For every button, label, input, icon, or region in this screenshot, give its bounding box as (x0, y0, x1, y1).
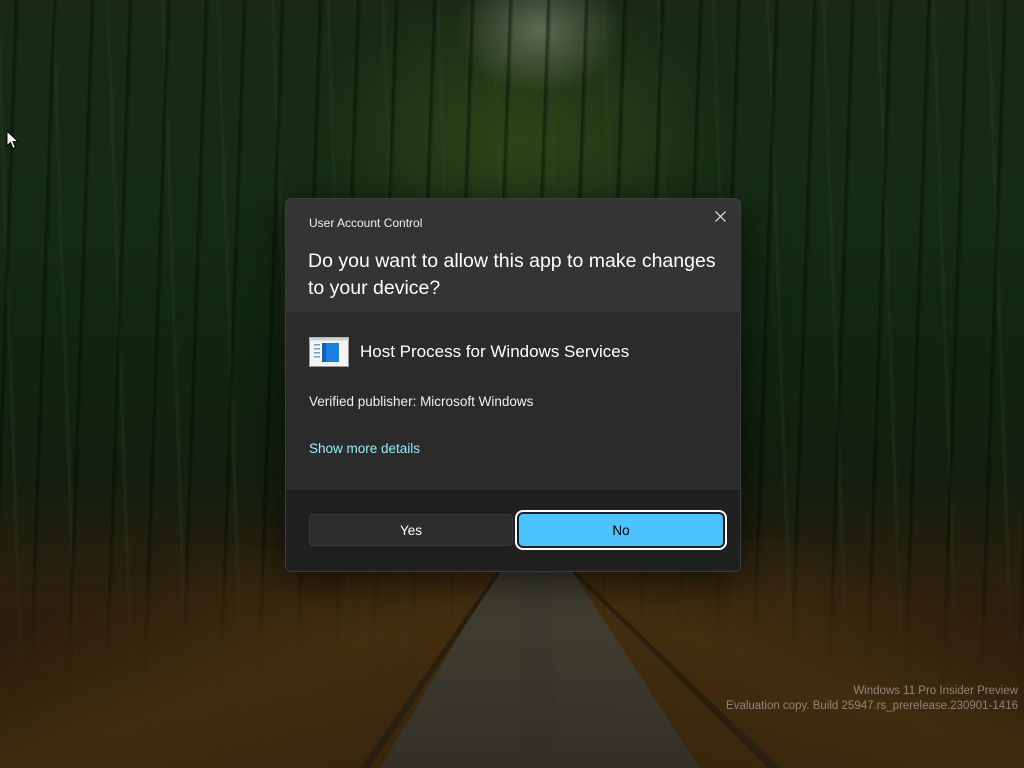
uac-dialog: User Account Control Do you want to allo… (285, 198, 741, 572)
uac-body: Host Process for Windows Services Verifi… (286, 312, 740, 490)
mouse-cursor-icon (6, 130, 20, 150)
yes-button[interactable]: Yes (309, 514, 513, 546)
verified-publisher: Verified publisher: Microsoft Windows (309, 394, 534, 409)
watermark-build: Evaluation copy. Build 25947.rs_prerelea… (726, 700, 1018, 712)
dialog-caption: User Account Control (309, 216, 423, 230)
app-name: Host Process for Windows Services (360, 342, 630, 361)
show-more-details-link[interactable]: Show more details (309, 441, 420, 456)
desktop: Windows 11 Pro Insider Preview Evaluatio… (0, 0, 1024, 768)
no-button[interactable]: No (519, 514, 723, 546)
dialog-question: Do you want to allow this app to make ch… (308, 250, 716, 299)
watermark-edition: Windows 11 Pro Insider Preview (853, 685, 1018, 697)
close-icon (714, 210, 726, 222)
close-button[interactable] (708, 205, 732, 227)
app-window-icon (309, 337, 349, 367)
uac-footer: Yes No (286, 490, 740, 571)
build-watermark: Windows 11 Pro Insider Preview Evaluatio… (726, 684, 1018, 714)
uac-header: User Account Control Do you want to allo… (286, 199, 740, 312)
